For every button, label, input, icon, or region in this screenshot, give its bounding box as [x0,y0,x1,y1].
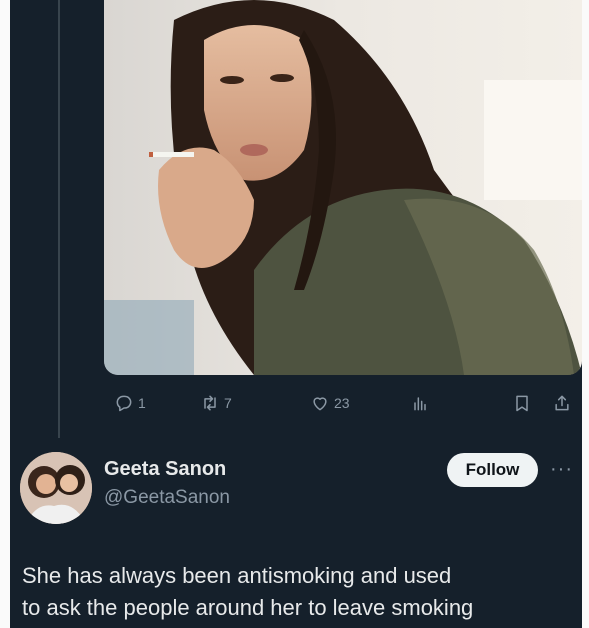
share-button[interactable] [552,388,572,418]
tweet-action-bar: 1 7 23 [104,388,580,418]
bookmark-icon [516,395,528,412]
avatar[interactable] [20,452,92,524]
reply-button[interactable]: 1 [114,388,146,418]
more-options-icon[interactable]: ··· [550,458,573,481]
bookmark-button[interactable] [512,388,532,418]
tweet-text: She has always been antismoking and used… [22,563,474,620]
share-icon [555,395,569,411]
repost-icon [204,395,216,411]
like-count: 23 [334,395,350,411]
photo-woman-smoking [104,0,582,375]
repost-count: 7 [224,395,232,411]
tweet-photo[interactable] [104,0,582,375]
views-icon [414,397,426,411]
author-name[interactable]: Geeta Sanon [104,458,226,481]
repost-button[interactable]: 7 [200,388,232,418]
thread-connector-line [58,0,60,438]
views-button[interactable] [410,388,430,418]
follow-button[interactable]: Follow [447,453,538,487]
like-button[interactable]: 23 [310,388,350,418]
like-icon [313,397,327,411]
avatar-photo [20,452,92,524]
reply-icon [116,395,132,412]
author-handle[interactable]: @GeetaSanon [104,487,230,509]
tweet-thread: 1 7 23 Geeta Sanon @GeetaSanon Follow ··… [10,0,582,628]
reply-count: 1 [138,395,146,411]
